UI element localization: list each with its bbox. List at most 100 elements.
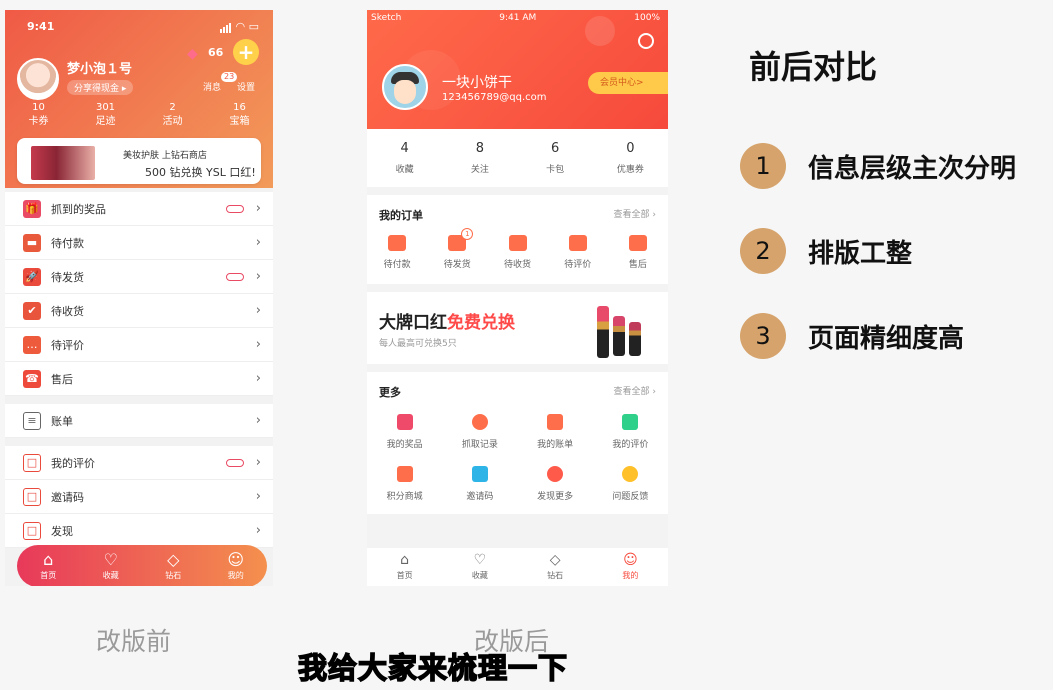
new-stat-label: 卡包 <box>546 165 565 175</box>
old-row-label: 发现 <box>51 524 73 538</box>
old-stat-value: 2 <box>169 102 176 113</box>
old-row-label: 待发货 <box>51 270 84 284</box>
old-tab-diamond[interactable]: ◇ 钻石 <box>142 545 205 586</box>
new-tab-home[interactable]: ⌂ 首页 <box>367 548 442 586</box>
vip-center-button[interactable]: 会员中心> <box>588 72 668 94</box>
comment-icon: □ <box>23 453 41 472</box>
new-stat[interactable]: 6 卡包 <box>518 141 593 187</box>
old-row-label: 抓到的奖品 <box>51 202 106 216</box>
more-item-gift[interactable]: 我的奖品 <box>367 414 442 450</box>
new-tab-heart[interactable]: ♡ 收藏 <box>442 548 517 586</box>
orders-card: 我的订单 查看全部 › 待付款 1 待发货 待收货 待评价 售后 <box>367 195 668 284</box>
more-item-label: 抓取记录 <box>461 440 498 450</box>
old-row[interactable]: ✔ 待收货 › <box>5 294 273 328</box>
more-item-label: 问题反馈 <box>612 492 649 502</box>
old-status-bar: 9:41 ◠ ▭ <box>5 10 273 33</box>
signal-icon <box>220 20 232 33</box>
old-row[interactable]: ☎ 售后 › <box>5 362 273 396</box>
package-icon: 1 <box>448 228 474 251</box>
more-item-shop[interactable]: 积分商城 <box>367 466 442 502</box>
old-row[interactable]: □ 邀请码 › <box>5 480 273 514</box>
new-stat[interactable]: 4 收藏 <box>367 141 442 187</box>
more-item-hat[interactable]: 发现更多 <box>518 466 593 502</box>
lipstick-icon <box>597 306 609 358</box>
order-comment[interactable]: 待评价 <box>548 235 608 270</box>
old-row[interactable]: □ 我的评价 › <box>5 446 273 480</box>
new-tab-diamond[interactable]: ◇ 钻石 <box>518 548 593 586</box>
old-stat-label: 卡券 <box>28 116 49 127</box>
chevron-right-icon: › <box>255 303 261 318</box>
old-stat-label: 活动 <box>162 116 183 127</box>
old-row[interactable]: □ 发现 › <box>5 514 273 548</box>
new-tab-label: 首页 <box>396 571 413 580</box>
more-item-edit[interactable]: 我的评价 <box>593 414 668 450</box>
more-item-bill[interactable]: 我的账单 <box>518 414 593 450</box>
old-row[interactable]: 🚀 待发货 › <box>5 260 273 294</box>
order-badge: 1 <box>461 228 474 240</box>
user-icon: ☺ <box>227 550 245 569</box>
old-row-label: 待付款 <box>51 236 84 250</box>
orders-view-all[interactable]: 查看全部 › <box>614 207 656 220</box>
old-avatar[interactable] <box>17 58 59 100</box>
old-stat-value: 16 <box>233 102 246 113</box>
old-banner[interactable]: 美妆护肤 上钻石商店 500 钻兑换 YSL 口红! <box>17 138 261 184</box>
old-row[interactable]: … 待评价 › <box>5 328 273 362</box>
chevron-right-icon: › <box>255 413 261 428</box>
new-stats: 4 收藏 8 关注 6 卡包 0 优惠券 <box>367 129 668 187</box>
badge-pill <box>225 272 244 281</box>
old-tab-label: 钻石 <box>165 571 182 580</box>
new-avatar[interactable] <box>382 64 428 110</box>
order-package[interactable]: 1 待发货 <box>427 228 487 270</box>
order-label: 待收货 <box>504 260 532 270</box>
document-icon: ≡ <box>23 411 41 430</box>
old-row-bill[interactable]: ≡ 账单 › <box>5 404 273 438</box>
chevron-right-icon: › <box>255 523 261 538</box>
new-status-bar: Sketch 9:41 AM 100% <box>367 10 668 23</box>
chevron-right-icon: › <box>255 455 261 470</box>
old-tab-heart[interactable]: ♡ 收藏 <box>80 545 143 586</box>
more-item-label: 我的评价 <box>612 440 649 450</box>
old-tab-label: 首页 <box>40 571 57 580</box>
order-truck[interactable]: 待收货 <box>487 235 547 270</box>
new-stat-label: 关注 <box>470 165 489 175</box>
gift-icon <box>396 414 413 430</box>
old-row[interactable]: 🎁 抓到的奖品 › <box>5 192 273 226</box>
video-subtitle: 我给大家来梳理一下 <box>297 650 569 686</box>
old-stat[interactable]: 10 卡券 <box>5 101 72 129</box>
new-tab-label: 钻石 <box>547 571 564 580</box>
old-stat[interactable]: 16 宝箱 <box>206 101 273 129</box>
old-stat[interactable]: 2 活动 <box>139 101 206 129</box>
old-settings-link[interactable]: 设置 <box>237 80 255 93</box>
shop-icon <box>396 466 413 482</box>
more-item-clock[interactable]: 抓取记录 <box>442 414 517 450</box>
new-stat-value: 8 <box>475 141 485 156</box>
new-status-time: 9:41 AM <box>499 13 537 23</box>
old-msg-link[interactable]: 消息 <box>203 80 221 93</box>
more-view-all[interactable]: 查看全部 › <box>614 384 656 397</box>
order-wallet[interactable]: 待付款 <box>367 235 427 270</box>
battery-icon: ▭ <box>248 20 259 33</box>
old-design-phone: 9:41 ◠ ▭ 梦小泡１号 分享得现金 ▸ ◆ 66 + 23 消息 设置 10… <box>5 10 273 586</box>
phone-icon: ☎ <box>23 369 41 388</box>
new-tab-user[interactable]: ☺ 我的 <box>593 548 668 586</box>
more-item-question[interactable]: 问题反馈 <box>593 466 668 502</box>
gear-icon[interactable] <box>638 33 654 49</box>
chat-icon: … <box>23 335 41 354</box>
chevron-right-icon: › <box>255 269 261 284</box>
eye-icon: □ <box>23 521 41 540</box>
order-umbrella[interactable]: 售后 <box>608 235 668 270</box>
old-share-button[interactable]: 分享得现金 ▸ <box>67 80 134 95</box>
new-stat[interactable]: 8 关注 <box>442 141 517 187</box>
old-row[interactable]: ▬ 待付款 › <box>5 226 273 260</box>
order-status-list: 待付款 1 待发货 待收货 待评价 售后 <box>367 223 668 284</box>
new-stat[interactable]: 0 优惠券 <box>593 141 668 187</box>
wifi-icon: ◠ <box>236 20 245 33</box>
plus-icon[interactable]: + <box>233 39 259 65</box>
promo-banner[interactable]: 大牌口红免费兑换 每人最高可兑换5只 <box>367 292 668 364</box>
more-item-mail[interactable]: 邀请码 <box>442 466 517 502</box>
old-tab-home[interactable]: ⌂ 首页 <box>17 545 80 586</box>
old-tab-user[interactable]: ☺ 我的 <box>205 545 268 586</box>
old-stat[interactable]: 301 足迹 <box>72 101 139 129</box>
badge-pill <box>225 204 244 213</box>
more-item-label: 积分商城 <box>386 492 423 502</box>
